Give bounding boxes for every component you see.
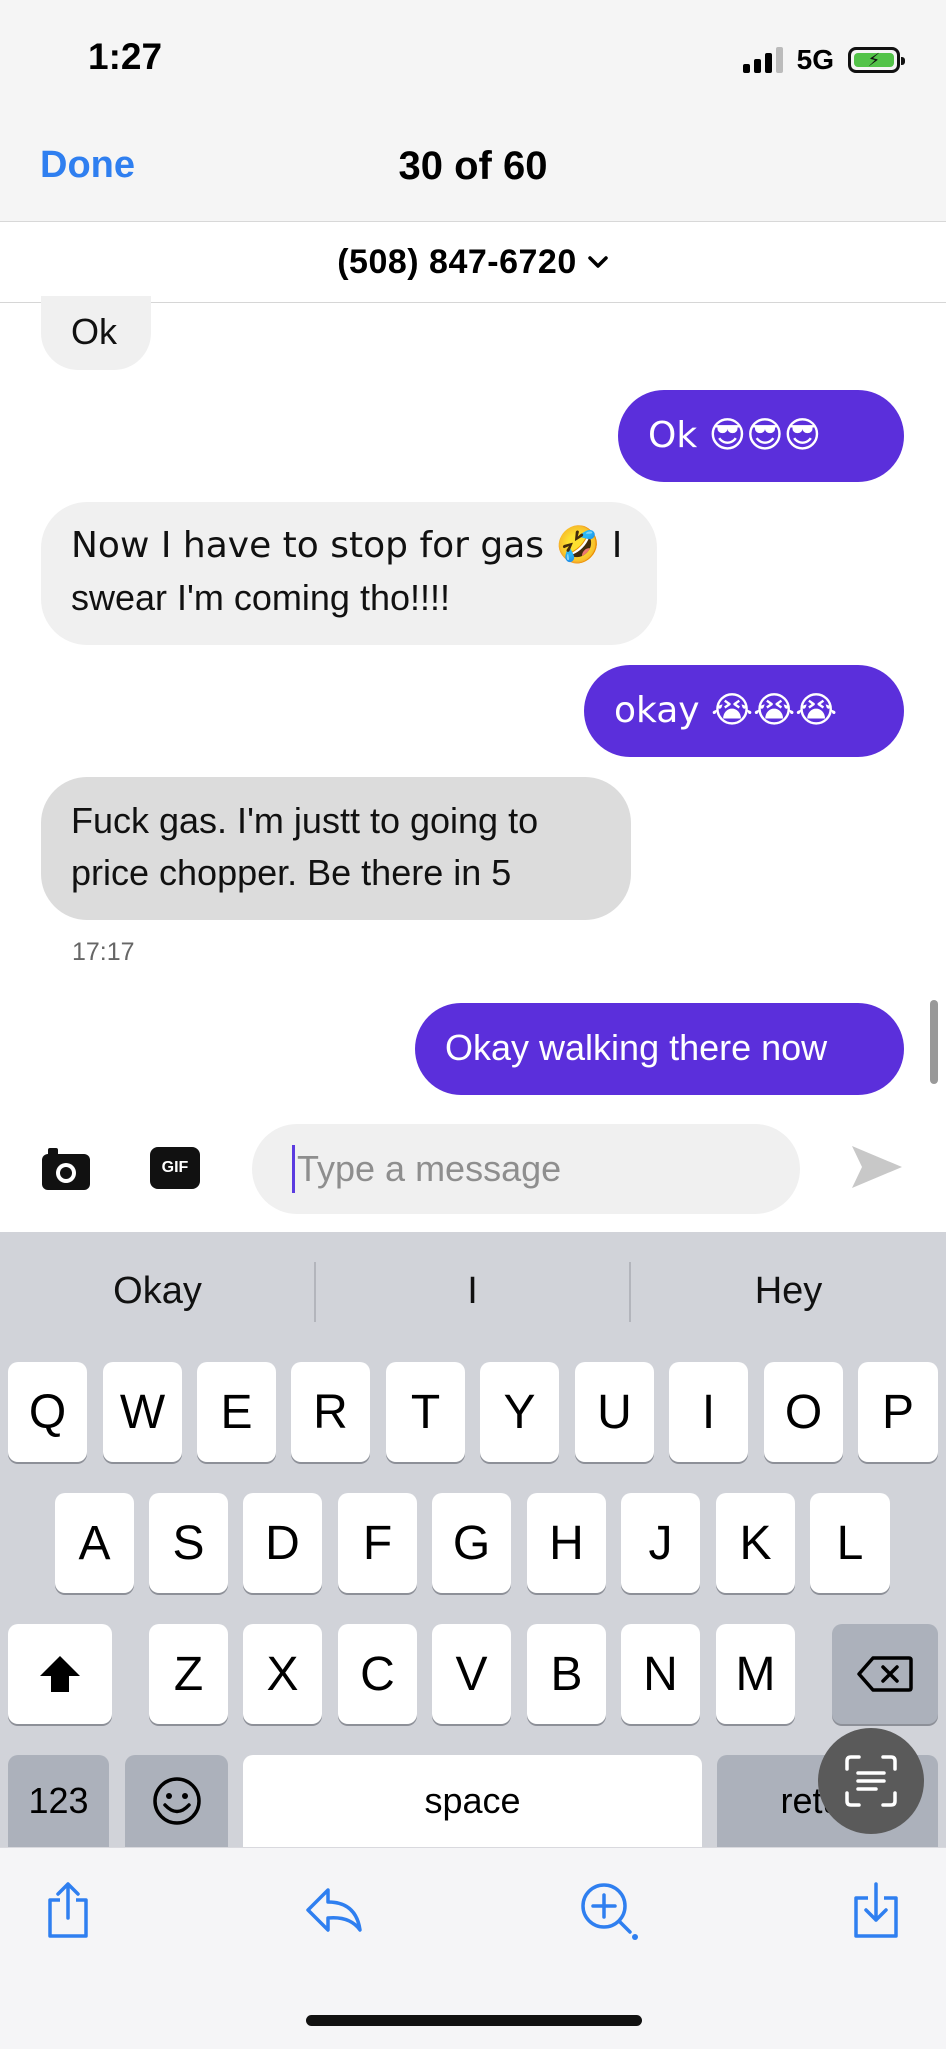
emoji-key[interactable] [125,1755,228,1847]
key-i[interactable]: I [669,1362,748,1462]
key-n[interactable]: N [621,1624,700,1724]
message-bubble-incoming[interactable]: Now I have to stop for gas 🤣 I swear I'm… [41,502,657,645]
message-bubble-outgoing[interactable]: Ok 😎😎😎 [618,390,904,482]
network-type: 5G [796,44,834,75]
numbers-key[interactable]: 123 [8,1755,109,1847]
battery-icon: ⚡ [848,47,905,73]
space-key[interactable]: space [243,1755,702,1847]
message-text: Ok 😎😎😎 [648,415,822,456]
key-d[interactable]: D [243,1493,322,1593]
message-bubble-outgoing[interactable]: okay 😭😭😭 [584,665,904,757]
key-s[interactable]: S [149,1493,228,1593]
key-l[interactable]: L [810,1493,890,1593]
key-j[interactable]: J [621,1493,700,1593]
suggestion-item[interactable]: Okay [0,1270,315,1313]
top-bar [0,0,946,222]
message-line: price chopper. Be there in 5 [71,852,512,893]
key-f[interactable]: F [338,1493,417,1593]
gif-button[interactable]: GIF [150,1147,200,1189]
status-indicators: 5G ⚡ [742,42,905,78]
key-t[interactable]: T [386,1362,465,1462]
message-input-placeholder: Type a message [297,1148,562,1189]
key-k[interactable]: K [716,1493,795,1593]
suggestion-item[interactable]: Hey [631,1270,946,1313]
message-timestamp: 17:17 [72,938,135,966]
scan-text-icon [845,1755,897,1807]
message-line: Now I have to stop for gas 🤣 I [71,525,623,566]
key-g[interactable]: G [432,1493,511,1593]
shift-key[interactable] [8,1624,112,1724]
text-caret [292,1145,295,1193]
signal-icon [742,47,783,73]
key-q[interactable]: Q [8,1362,87,1462]
share-icon[interactable] [38,1880,98,1940]
message-input[interactable]: Type a message [252,1124,800,1214]
message-bubble-incoming[interactable]: Fuck gas. I'm justt to going to price ch… [41,777,631,920]
zoom-in-icon[interactable] [578,1880,638,1940]
key-v[interactable]: V [432,1624,511,1724]
key-x[interactable]: X [243,1624,322,1724]
contact-name: (508) 847-6720 [337,242,577,281]
key-c[interactable]: C [338,1624,417,1724]
backspace-icon [857,1656,913,1692]
key-z[interactable]: Z [149,1624,228,1724]
emoji-icon [152,1777,201,1825]
key-r[interactable]: R [291,1362,370,1462]
key-a[interactable]: A [55,1493,134,1593]
key-o[interactable]: O [764,1362,843,1462]
send-icon[interactable] [850,1142,904,1192]
chevron-down-icon [588,256,608,268]
home-indicator[interactable] [306,2015,642,2026]
key-u[interactable]: U [575,1362,654,1462]
backspace-key[interactable] [832,1624,938,1724]
message-line: Fuck gas. I'm justt to going to [71,800,539,841]
key-m[interactable]: M [716,1624,795,1724]
message-line: swear I'm coming tho!!!! [71,577,451,618]
key-e[interactable]: E [197,1362,276,1462]
key-h[interactable]: H [527,1493,606,1593]
message-text: Okay walking there now [445,1027,828,1068]
key-p[interactable]: P [858,1362,938,1462]
suggestion-item[interactable]: I [315,1270,630,1313]
scan-text-button[interactable] [818,1728,924,1834]
done-button[interactable]: Done [40,144,135,187]
message-text: okay 😭😭😭 [614,690,838,731]
message-bubble-incoming[interactable]: Ok [41,296,151,370]
download-icon[interactable] [846,1880,906,1940]
message-bubble-outgoing[interactable]: Okay walking there now [415,1003,904,1095]
shift-icon [40,1656,80,1692]
scrollbar[interactable] [930,1000,938,1084]
key-b[interactable]: B [527,1624,606,1724]
status-time: 1:27 [88,36,163,77]
key-w[interactable]: W [103,1362,182,1462]
key-y[interactable]: Y [480,1362,559,1462]
reply-icon[interactable] [304,1880,364,1940]
camera-icon[interactable] [40,1142,92,1194]
contact-selector[interactable]: (508) 847-6720 [0,222,946,303]
